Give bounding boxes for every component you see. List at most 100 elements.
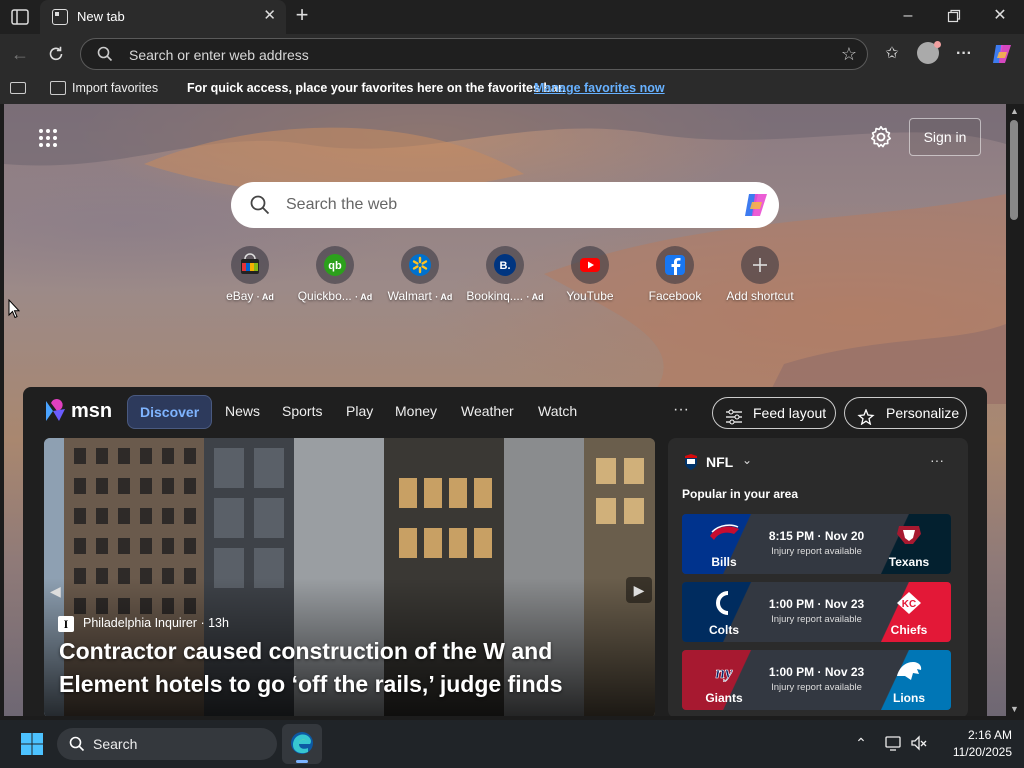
web-search-placeholder: Search the web (286, 196, 398, 213)
game-time: 1:00 PM · Nov 23 (768, 597, 865, 611)
restore-icon[interactable] (944, 6, 964, 26)
tab-play[interactable]: Play (346, 403, 373, 419)
home-team: Bills (711, 555, 737, 569)
add-favorite-star-icon[interactable]: ☆ (841, 44, 857, 65)
shortcut-label: Add shortcut (726, 289, 794, 303)
story-source: Philadelphia Inquirer · 13h (83, 616, 229, 630)
sidebar-toggle-icon[interactable] (10, 7, 30, 27)
search-icon (69, 736, 85, 752)
tab-title: New tab (77, 9, 125, 24)
clock-date[interactable]: 11/20/2025 (936, 745, 1012, 759)
game-card[interactable]: ny Giants Lions 1:00 PM · Nov 23 Injury … (682, 650, 951, 710)
minimize-icon[interactable]: – (898, 6, 918, 26)
svg-text:B.: B. (500, 260, 511, 272)
scrollbar-thumb[interactable] (1010, 120, 1018, 220)
import-icon[interactable] (50, 81, 66, 95)
colts-logo-icon (706, 588, 742, 618)
nfl-shield-icon (684, 454, 698, 470)
injury-note: Injury report available (771, 614, 862, 625)
injury-note: Injury report available (771, 546, 862, 557)
tab-weather[interactable]: Weather (461, 403, 514, 419)
tab-sports[interactable]: Sports (282, 403, 322, 419)
shortcut-facebook[interactable]: Facebook (633, 246, 717, 303)
next-story-arrow-icon[interactable]: ▶ (626, 577, 652, 603)
home-team: Colts (709, 623, 739, 637)
address-bar[interactable]: Search or enter web address ☆ (80, 38, 868, 70)
taskbar-search-box[interactable]: Search (57, 728, 277, 760)
away-team: Lions (893, 691, 925, 705)
new-tab-page-icon (52, 9, 68, 25)
favorites-bar-message: For quick access, place your favorites h… (187, 81, 566, 95)
manage-favorites-link[interactable]: Manage favorites now (534, 81, 665, 95)
personalize-button[interactable]: Personalize (844, 397, 967, 429)
chevron-down-icon[interactable]: ⌄ (742, 453, 752, 467)
nfl-league-selector[interactable]: NFL (706, 454, 733, 470)
more-options-icon[interactable]: ··· (952, 42, 976, 66)
address-placeholder: Search or enter web address (129, 47, 309, 63)
game-card[interactable]: KC Colts Chiefs 1:00 PM · Nov 23 Injury … (682, 582, 951, 642)
page-settings-gear-icon[interactable] (868, 124, 894, 150)
tab-new-tab[interactable]: New tab ✕ (40, 0, 286, 34)
close-window-icon[interactable]: ✕ (990, 6, 1010, 26)
refresh-icon[interactable] (45, 43, 67, 65)
personalize-label: Personalize (886, 405, 960, 421)
volume-muted-icon[interactable] (910, 734, 928, 752)
favorites-icon[interactable]: ✩ (880, 42, 904, 66)
profile-avatar[interactable] (917, 41, 941, 64)
close-tab-icon[interactable]: ✕ (263, 8, 276, 24)
sparkle-star-icon (857, 405, 875, 426)
shortcut-ebay[interactable]: eBay · Ad (208, 246, 292, 303)
youtube-icon (571, 246, 609, 284)
tab-money[interactable]: Money (395, 403, 437, 419)
windows-start-icon[interactable] (20, 732, 44, 756)
favorites-bar: Import favorites For quick access, place… (0, 74, 1024, 104)
more-options-icon[interactable]: ··· (930, 452, 944, 468)
lions-logo-icon (891, 656, 927, 686)
game-time: 8:15 PM · Nov 20 (768, 529, 865, 543)
shortcut-youtube[interactable]: YouTube (548, 246, 632, 303)
facebook-icon (656, 246, 694, 284)
tab-news[interactable]: News (225, 403, 260, 419)
shortcut-walmart[interactable]: Walmart · Ad (378, 246, 462, 303)
shortcut-label: eBay (226, 289, 254, 303)
show-hidden-icons-chevron-up-icon[interactable]: ⌃ (852, 734, 870, 752)
add-shortcut-button[interactable]: Add shortcut (718, 246, 802, 303)
sign-in-button[interactable]: Sign in (909, 118, 981, 156)
svg-text:KC: KC (902, 599, 916, 610)
copilot-icon[interactable] (990, 42, 1014, 66)
story-headline[interactable]: Contractor caused construction of the W … (59, 635, 639, 701)
hero-story-card[interactable]: ◀ ▶ I Philadelphia Inquirer · 13h Contra… (44, 438, 655, 716)
new-tab-button[interactable]: + (290, 4, 314, 28)
tab-actions-icon[interactable] (10, 82, 26, 94)
import-favorites-button[interactable]: Import favorites (72, 81, 158, 95)
network-monitor-icon[interactable] (884, 734, 902, 752)
svg-text:ny: ny (716, 663, 733, 682)
msn-logo[interactable]: msn (43, 397, 113, 425)
shortcut-booking[interactable]: B. Bookinq.... · Ad (463, 246, 547, 303)
scroll-down-arrow-icon[interactable]: ▼ (1010, 704, 1019, 714)
search-icon (97, 46, 113, 62)
ebay-icon (231, 246, 269, 284)
app-launcher-icon[interactable] (38, 128, 58, 148)
game-card[interactable]: Bills Texans 8:15 PM · Nov 20 Injury rep… (682, 514, 951, 574)
msn-feed: msn Discover News Sports Play Money Weat… (23, 387, 987, 716)
shortcut-quickbooks[interactable]: qb Quickbo... · Ad (293, 246, 377, 303)
away-team: Chiefs (890, 623, 928, 637)
msn-logo-text: msn (71, 400, 113, 422)
title-bar: New tab ✕ + – ✕ (0, 0, 1024, 34)
previous-story-arrow-icon[interactable]: ◀ (50, 583, 61, 600)
plus-icon (741, 246, 779, 284)
scroll-up-arrow-icon[interactable]: ▲ (1010, 106, 1019, 116)
web-search-box[interactable]: Search the web (231, 182, 779, 228)
edge-taskbar-button[interactable] (282, 724, 322, 764)
more-tabs-button[interactable]: ··· (673, 401, 689, 419)
clock-time[interactable]: 2:16 AM (956, 728, 1012, 742)
feed-layout-button[interactable]: Feed layout (712, 397, 836, 429)
booking-icon: B. (486, 246, 524, 284)
back-arrow-icon[interactable]: ← (9, 43, 31, 65)
tab-discover[interactable]: Discover (127, 395, 213, 429)
copilot-icon[interactable] (741, 190, 771, 220)
page-scrollbar[interactable]: ▲ ▼ (1006, 104, 1024, 716)
nfl-subtitle: Popular in your area (682, 487, 799, 501)
tab-watch[interactable]: Watch (538, 403, 577, 419)
